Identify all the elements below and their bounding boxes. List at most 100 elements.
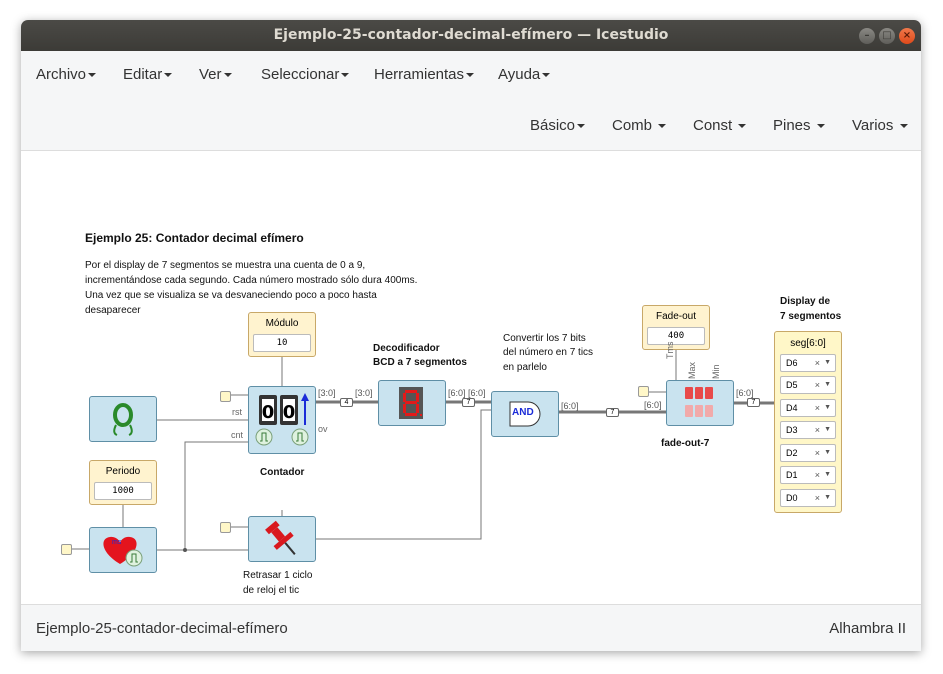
max-pin-label: Max: [687, 361, 697, 379]
bus-label: [6:0]: [644, 400, 662, 410]
caret-down-icon: [658, 124, 667, 129]
clear-icon[interactable]: ×: [815, 355, 820, 371]
tool-varios[interactable]: Varios: [852, 117, 908, 134]
clk-input-pin[interactable]: [61, 544, 72, 555]
caret-down-icon: [466, 73, 475, 78]
heartbeat-block[interactable]: ms: [89, 527, 157, 573]
fadeout-param[interactable]: Fade-out 400: [642, 305, 710, 350]
clear-icon[interactable]: ×: [815, 400, 820, 416]
fadeout-label: Fade-out: [655, 311, 697, 322]
menu-ver[interactable]: Ver: [199, 66, 232, 83]
delay-block[interactable]: [248, 516, 316, 562]
button-source-block[interactable]: [89, 396, 157, 442]
chevron-down-icon[interactable]: ▼: [824, 422, 831, 438]
rst-pin-label: rst: [232, 407, 242, 417]
maximize-icon[interactable]: □: [879, 28, 895, 44]
menu-seleccionar[interactable]: Seleccionar: [261, 66, 350, 83]
bus-label: [6:0]: [468, 388, 486, 398]
periodo-label: Periodo: [105, 466, 141, 477]
fade-out-title: fade-out-7: [661, 438, 710, 449]
pin-select-d4[interactable]: D4 × ▼: [780, 399, 836, 417]
bus-width-badge: 4: [340, 398, 353, 407]
bus-label: [6:0]: [736, 388, 754, 398]
modulo-param[interactable]: Módulo 10: [248, 312, 316, 357]
pin-select-d2[interactable]: D2 × ▼: [780, 444, 836, 462]
clear-icon[interactable]: ×: [815, 445, 820, 461]
delay-input-pin[interactable]: [220, 522, 231, 533]
and-gate-block[interactable]: AND: [491, 391, 559, 437]
chevron-down-icon[interactable]: ▼: [824, 490, 831, 506]
periodo-value[interactable]: 1000: [94, 482, 152, 500]
pin-select-d6[interactable]: D6 × ▼: [780, 354, 836, 372]
fade-out-block[interactable]: [666, 380, 734, 426]
menu-herramientas[interactable]: Herramientas: [374, 66, 475, 83]
counter-title: Contador: [260, 467, 305, 478]
fade-trigger-pin[interactable]: [638, 386, 649, 397]
delay-note: de reloj el tic: [243, 585, 300, 596]
pin-select-d5[interactable]: D5 × ▼: [780, 376, 836, 394]
design-canvas[interactable]: Ejemplo 25: Contador decimal efímero Por…: [21, 152, 921, 604]
menu-archivo[interactable]: Archivo: [36, 66, 97, 83]
heart-ms-label: ms: [112, 539, 122, 546]
fadeout-value[interactable]: 400: [647, 327, 705, 345]
bus-label: [3:0]: [355, 388, 373, 398]
display-title: 7 segmentos: [780, 311, 842, 322]
bcd-decoder-block[interactable]: [378, 380, 446, 426]
seven-segment-icon: [399, 387, 423, 419]
caret-down-icon: [341, 73, 350, 78]
bus-width-badge: 7: [606, 408, 619, 417]
clear-icon[interactable]: ×: [815, 467, 820, 483]
clear-icon[interactable]: ×: [815, 422, 820, 438]
menu-editar[interactable]: Editar: [123, 66, 173, 83]
chevron-down-icon[interactable]: ▼: [824, 355, 831, 371]
tool-basico[interactable]: Básico: [530, 117, 586, 134]
status-bar: Ejemplo-25-contador-decimal-efímero Alha…: [21, 604, 921, 651]
tool-const[interactable]: Const: [693, 117, 747, 134]
bus-label: [6:0]: [561, 401, 579, 411]
min-pin-label: Min: [711, 364, 721, 379]
periodo-param[interactable]: Periodo 1000: [89, 460, 157, 505]
convert-note: del número en 7 tics: [503, 347, 594, 358]
convert-note: en parlelo: [503, 362, 547, 373]
bus-label: [6:0]: [448, 388, 466, 398]
clear-icon[interactable]: ×: [815, 377, 820, 393]
caret-down-icon: [577, 124, 586, 129]
description-line: incrementándose cada segundo. Cada númer…: [85, 275, 418, 286]
pin-select-d1[interactable]: D1 × ▼: [780, 466, 836, 484]
rst-input-pin[interactable]: [220, 391, 231, 402]
chevron-down-icon[interactable]: ▼: [824, 400, 831, 416]
pushpin-icon: [265, 520, 296, 555]
heart-icon: [103, 536, 143, 567]
caret-down-icon: [738, 124, 747, 129]
chevron-down-icon[interactable]: ▼: [824, 377, 831, 393]
display-title: Display de: [780, 296, 831, 307]
board-name[interactable]: Alhambra II: [829, 620, 906, 637]
bus-label: [3:0]: [318, 388, 336, 398]
cnt-pin-label: cnt: [231, 430, 244, 440]
window-title: Ejemplo-25-contador-decimal-efímero — Ic…: [273, 27, 669, 43]
counter-block[interactable]: 0 0: [248, 386, 316, 454]
caret-down-icon: [899, 124, 908, 129]
button-icon: [113, 403, 133, 436]
menu-ayuda[interactable]: Ayuda: [498, 66, 551, 83]
clear-icon[interactable]: ×: [815, 490, 820, 506]
chevron-down-icon[interactable]: ▼: [824, 445, 831, 461]
delay-note: Retrasar 1 ciclo: [243, 570, 313, 581]
pin-select-d3[interactable]: D3 × ▼: [780, 421, 836, 439]
tool-comb[interactable]: Comb: [612, 117, 667, 134]
counter-icon: 0 0: [255, 393, 309, 446]
minimize-icon[interactable]: –: [859, 28, 875, 44]
caret-down-icon: [542, 73, 551, 78]
svg-text:0: 0: [283, 402, 296, 423]
display-output-block[interactable]: seg[6:0] D6 × ▼ D5 × ▼ D4 × ▼ D3 × ▼ D2 × ▼ D1 × ▼ D…: [774, 331, 842, 513]
example-heading: Ejemplo 25: Contador decimal efímero: [85, 231, 304, 245]
fade-icon: [685, 387, 713, 417]
tool-pines[interactable]: Pines: [773, 117, 825, 134]
block-toolbar: Básico Comb Const Pines Varios: [21, 101, 921, 151]
title-bar: Ejemplo-25-contador-decimal-efímero — Ic…: [21, 20, 921, 51]
modulo-value[interactable]: 10: [253, 334, 311, 352]
close-icon[interactable]: ×: [899, 28, 915, 44]
pin-select-d0[interactable]: D0 × ▼: [780, 489, 836, 507]
svg-text:0: 0: [262, 402, 275, 423]
chevron-down-icon[interactable]: ▼: [824, 467, 831, 483]
